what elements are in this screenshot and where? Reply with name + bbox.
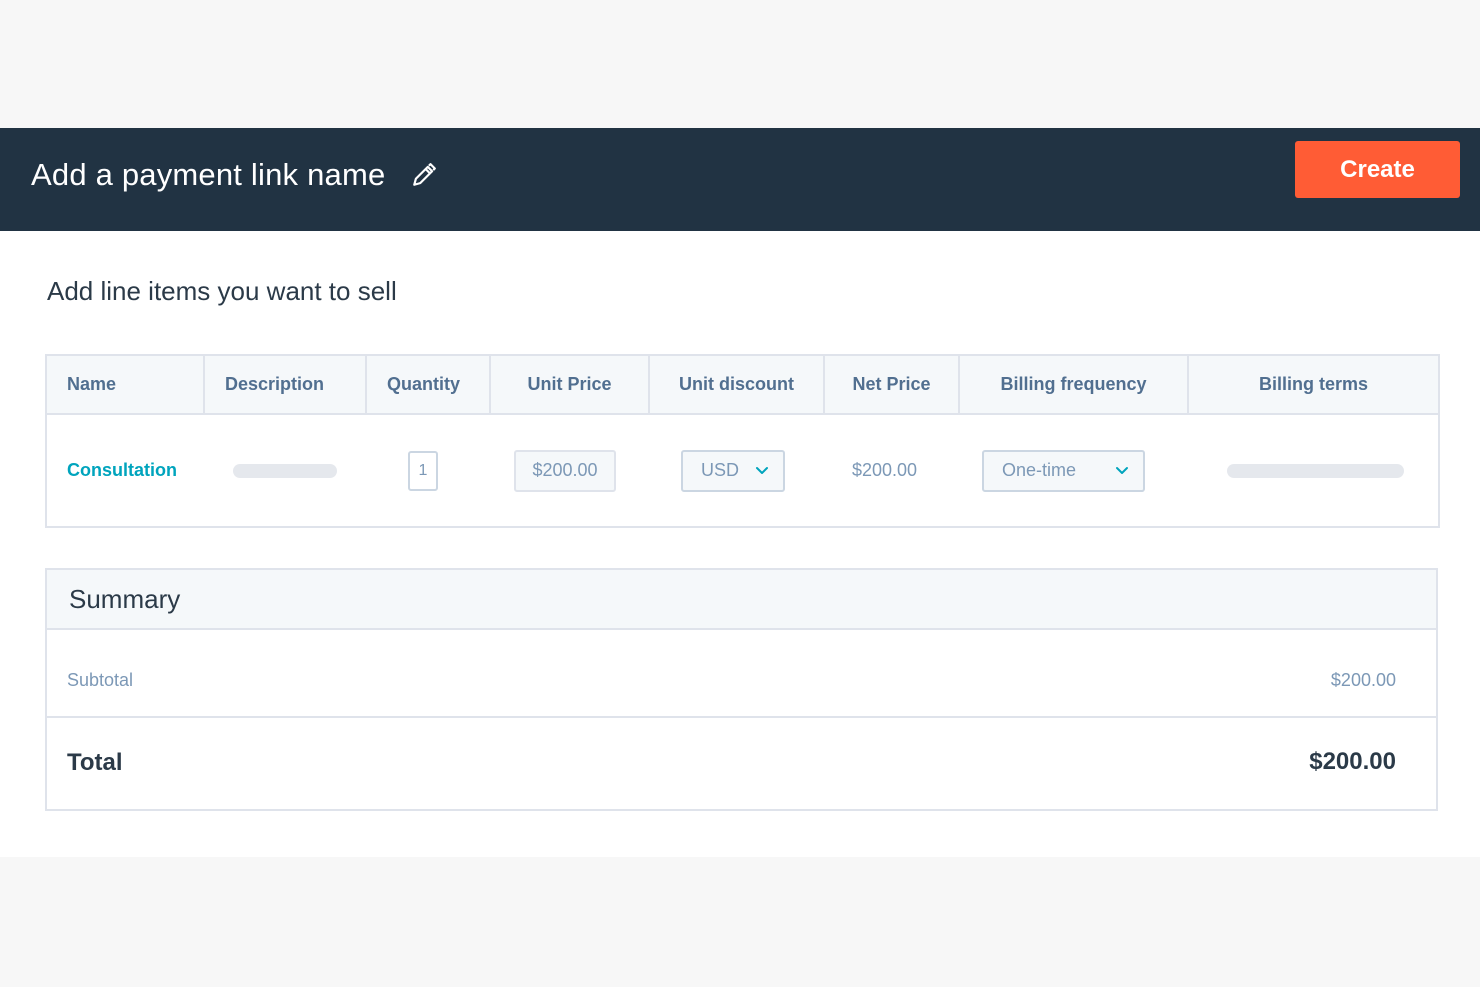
cell-quantity: 1 bbox=[408, 415, 438, 526]
cell-description bbox=[233, 415, 337, 526]
column-header-billing-frequency: Billing frequency bbox=[960, 356, 1189, 413]
chevron-down-icon bbox=[755, 466, 769, 476]
column-header-quantity: Quantity bbox=[367, 356, 491, 413]
line-items-table: Name Description Quantity Unit Price Uni… bbox=[45, 354, 1440, 528]
currency-select[interactable]: USD bbox=[681, 449, 785, 492]
column-header-net-price: Net Price bbox=[825, 356, 960, 413]
table-row: Consultation 1 $200.00 USD $200.00 One-t… bbox=[47, 415, 1438, 526]
payment-link-name[interactable]: Add a payment link name bbox=[31, 154, 437, 196]
column-header-name: Name bbox=[47, 356, 205, 413]
subtotal-row: Subtotal $200.00 bbox=[47, 630, 1436, 718]
unit-price-input[interactable]: $200.00 bbox=[514, 449, 616, 492]
subtotal-label: Subtotal bbox=[67, 670, 134, 690]
net-price-value: $200.00 bbox=[852, 460, 918, 480]
column-header-billing-terms: Billing terms bbox=[1258, 374, 1369, 394]
cell-net-price: $200.00 bbox=[852, 415, 917, 526]
column-header-description: Description bbox=[205, 356, 367, 413]
summary-header: Summary bbox=[47, 570, 1436, 630]
line-item-name-link[interactable]: Consultation bbox=[67, 460, 177, 481]
cell-unit-discount: USD bbox=[681, 415, 785, 526]
summary-title: Summary bbox=[69, 584, 181, 614]
quantity-input[interactable]: 1 bbox=[408, 450, 438, 491]
cell-billing-frequency: One-time bbox=[982, 415, 1145, 526]
column-header-unit-price: Unit Price bbox=[491, 356, 650, 413]
billing-frequency-value: One-time bbox=[1002, 460, 1077, 480]
cell-unit-price: $200.00 bbox=[514, 415, 616, 526]
currency-select-value: USD bbox=[701, 460, 740, 480]
billing-terms-placeholder bbox=[1227, 463, 1404, 478]
total-label: Total bbox=[67, 749, 123, 776]
summary-panel: Summary Subtotal $200.00 Total $200.00 bbox=[45, 568, 1438, 811]
cell-billing-terms bbox=[1227, 415, 1404, 526]
table-header: Name Description Quantity Unit Price Uni… bbox=[47, 356, 1438, 415]
cell-name: Consultation bbox=[67, 415, 177, 526]
create-button[interactable]: Create bbox=[1295, 141, 1460, 198]
description-placeholder bbox=[233, 463, 337, 478]
column-header-unit-discount: Unit discount bbox=[650, 356, 825, 413]
subtotal-value: $200.00 bbox=[1330, 670, 1396, 690]
section-title: Add line items you want to sell bbox=[47, 276, 397, 306]
payment-link-title[interactable]: Add a payment link name bbox=[31, 157, 385, 193]
chevron-down-icon bbox=[1115, 466, 1129, 476]
pencil-icon[interactable] bbox=[411, 162, 437, 188]
billing-frequency-select[interactable]: One-time bbox=[982, 449, 1145, 492]
total-value: $200.00 bbox=[1309, 748, 1396, 775]
